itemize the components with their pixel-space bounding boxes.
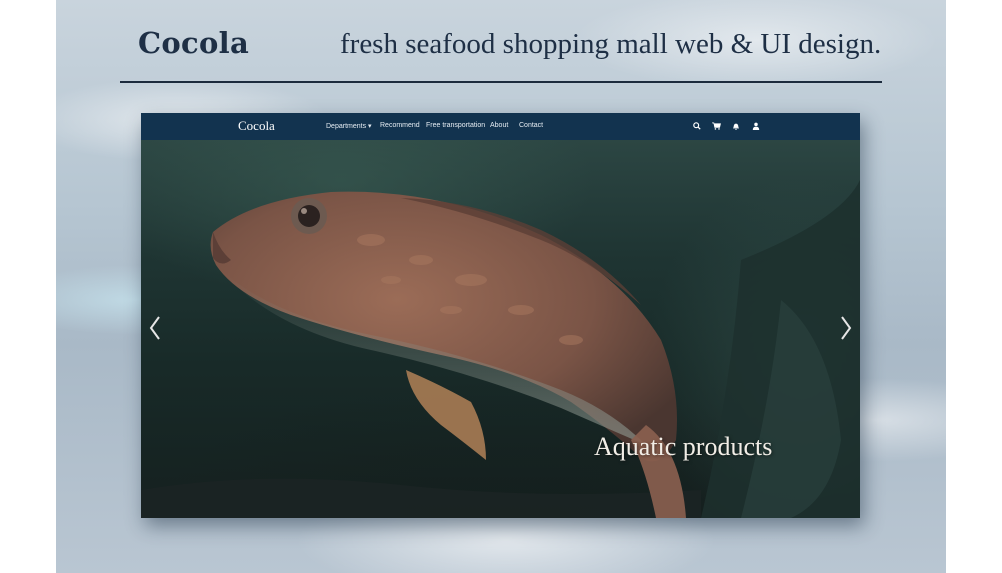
carousel-prev-arrow[interactable] bbox=[147, 314, 163, 342]
hero-caption: Aquatic products bbox=[594, 432, 773, 461]
search-icon[interactable] bbox=[692, 121, 702, 131]
carousel-next-arrow[interactable] bbox=[838, 314, 854, 342]
nav-departments[interactable]: Departments ▾ bbox=[326, 122, 372, 130]
bell-icon[interactable] bbox=[731, 121, 741, 131]
nav-contact[interactable]: Contact bbox=[519, 122, 543, 129]
hero-carousel: Aquatic products bbox=[141, 140, 860, 518]
nav-free-transportation[interactable]: Free transportation bbox=[426, 122, 485, 129]
nav-about[interactable]: About bbox=[490, 122, 508, 129]
presentation-brand-title: Cocola bbox=[138, 26, 250, 60]
site-navbar: Cocola Departments ▾ Recommend Free tran… bbox=[141, 113, 860, 140]
header-divider bbox=[120, 81, 882, 83]
cart-icon[interactable] bbox=[711, 121, 721, 131]
nav-recommend[interactable]: Recommend bbox=[380, 122, 420, 129]
user-icon[interactable] bbox=[751, 121, 761, 131]
presentation-tagline: fresh seafood shopping mall web & UI des… bbox=[340, 28, 882, 60]
site-logo[interactable]: Cocola bbox=[238, 118, 275, 134]
website-mockup: Cocola Departments ▾ Recommend Free tran… bbox=[141, 113, 860, 518]
